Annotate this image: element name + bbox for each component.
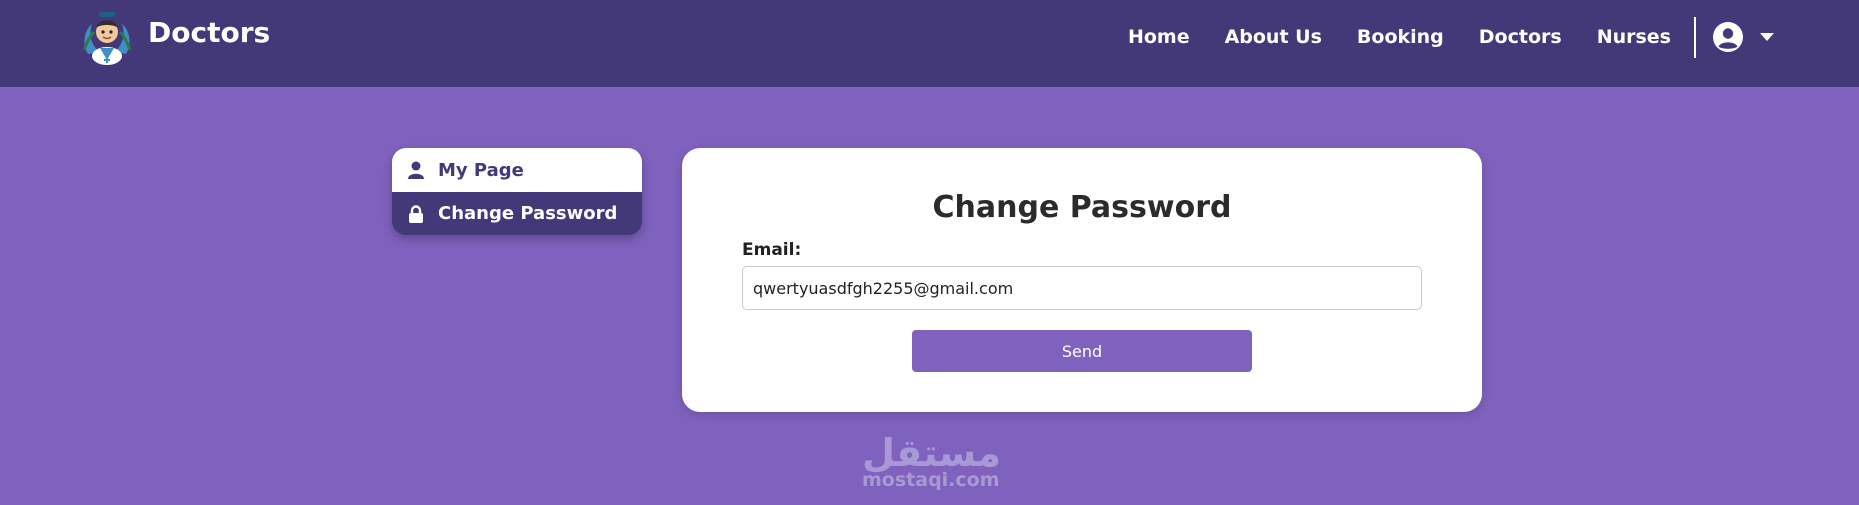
sidebar-item-change-password[interactable]: Change Password [392,192,642,235]
page-title: Change Password [932,190,1232,225]
nav-link-booking[interactable]: Booking [1357,26,1444,48]
nav-link-home[interactable]: Home [1128,26,1190,48]
top-navbar: Doctors Home About Us Booking Doctors Nu… [0,0,1859,87]
nav-link-doctors[interactable]: Doctors [1479,26,1562,48]
watermark-latin: mostaqi.com [862,469,1000,491]
lock-icon [409,204,423,223]
brand-name: Doctors [148,15,271,49]
watermark-arabic: مستقل [862,431,1001,475]
nav-link-nurses[interactable]: Nurses [1597,26,1671,48]
user-circle-icon[interactable] [1713,22,1743,52]
email-label: Email: [742,240,802,260]
main-nav: Home About Us Booking Doctors Nurses [1093,26,1671,48]
nav-link-about-us[interactable]: About Us [1225,26,1322,48]
brand[interactable]: Doctors [78,10,270,66]
nav-divider [1694,17,1696,58]
sidebar-item-label: Change Password [438,203,618,224]
watermark: مستقل mostaqi.com [862,431,1001,491]
email-field[interactable] [742,266,1422,310]
user-icon [408,161,424,179]
account-sidebar: My Page Change Password [392,148,642,235]
sidebar-item-my-page[interactable]: My Page [392,148,642,192]
send-button[interactable]: Send [912,330,1252,372]
doctor-mascot-logo [82,12,132,65]
caret-down-icon[interactable] [1760,33,1774,42]
change-password-card: Change Password Email: Send [682,148,1482,412]
sidebar-item-label: My Page [438,159,524,181]
